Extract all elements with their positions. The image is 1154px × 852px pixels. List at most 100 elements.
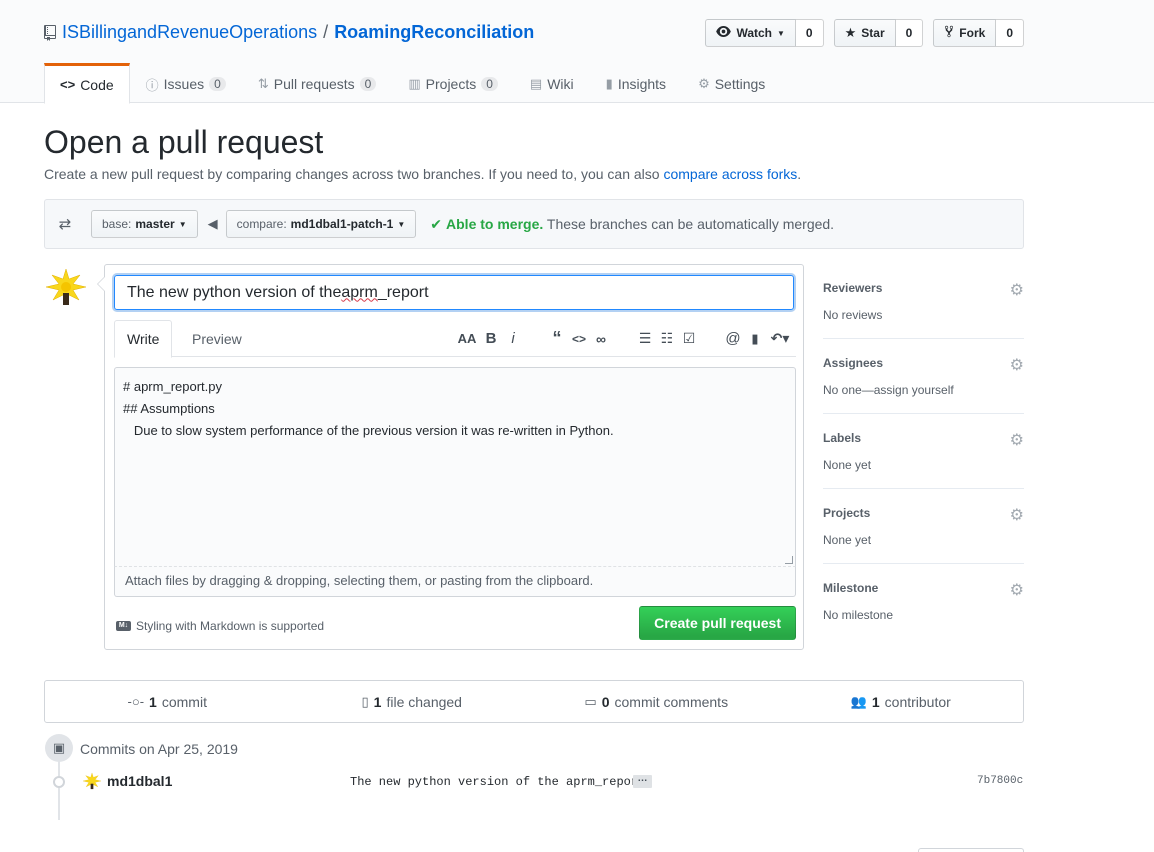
summary-commits[interactable]: -○- 1 commit: [45, 681, 290, 722]
editor-tabs: Write Preview AA B i “ <> ∞ ☰ ☷ ☑ @ ▮ ↶▾: [114, 320, 796, 358]
reply-icon[interactable]: ↶▾: [766, 330, 794, 347]
watch-count[interactable]: 0: [795, 19, 824, 47]
body-line: # aprm_report.py: [123, 379, 222, 394]
fork-count[interactable]: 0: [996, 19, 1024, 47]
watch-button[interactable]: Watch ▼: [705, 19, 796, 47]
compare-forks-link[interactable]: compare across forks: [663, 166, 797, 182]
chevron-down-icon: ▼: [178, 219, 187, 229]
commit-author-avatar[interactable]: [82, 772, 102, 790]
bold-icon[interactable]: B: [480, 330, 502, 347]
tab-code-label: Code: [80, 76, 114, 93]
compare-branch: md1dbal1-patch-1: [290, 217, 394, 231]
link-icon[interactable]: ∞: [590, 331, 612, 347]
files-count: 1: [373, 693, 382, 710]
bottom-partial-control: [918, 848, 1024, 852]
file-attach-area[interactable]: Attach files by dragging & dropping, sel…: [114, 567, 796, 597]
repo-owner-link[interactable]: ISBillingandRevenueOperations: [62, 22, 317, 43]
pull-request-title-input[interactable]: The new python version of the aprm _repor…: [114, 275, 794, 310]
resize-handle[interactable]: [785, 556, 793, 564]
commit-message[interactable]: The new python version of the aprm_repor…: [350, 775, 645, 789]
toolbar-group-lists: ☰ ☷ ☑: [634, 330, 700, 347]
timeline-line: [58, 760, 60, 820]
mention-icon[interactable]: @: [722, 330, 744, 347]
tab-preview[interactable]: Preview: [180, 320, 254, 357]
assignees-value[interactable]: No one—assign yourself: [823, 383, 954, 397]
projects-heading[interactable]: Projects: [823, 506, 870, 520]
title-text-before: The new python version of the: [127, 283, 342, 301]
milestone-heading[interactable]: Milestone: [823, 581, 878, 595]
check-icon: ✔: [430, 215, 443, 232]
gear-icon[interactable]: ⚙: [1010, 355, 1024, 375]
repo-header: ISBillingandRevenueOperations / RoamingR…: [0, 0, 1154, 104]
book-icon: ▤: [529, 76, 543, 91]
tab-issues[interactable]: ⓘ Issues 0: [130, 63, 242, 103]
create-pull-request-button[interactable]: Create pull request: [639, 606, 796, 640]
tab-settings[interactable]: ⚙ Settings: [682, 63, 781, 103]
commit-sha[interactable]: 7b7800c: [977, 775, 1023, 787]
unordered-list-icon[interactable]: ☰: [634, 330, 656, 347]
tab-write[interactable]: Write: [114, 320, 173, 358]
gear-icon[interactable]: ⚙: [1010, 280, 1024, 300]
quote-icon[interactable]: “: [546, 328, 568, 349]
comments-label: commit comments: [614, 693, 729, 710]
summary-contributors[interactable]: 👥 1 contributor: [779, 681, 1024, 722]
arrow-left-icon: ◀: [207, 216, 218, 231]
base-prefix: base:: [102, 217, 132, 231]
contributors-count: 1: [871, 693, 880, 710]
star-button[interactable]: ★ Star: [833, 19, 896, 47]
star-group: ★ Star 0: [833, 19, 924, 47]
tab-insights[interactable]: ▮ Insights: [590, 63, 682, 103]
project-icon: ▥: [408, 76, 421, 91]
base-branch-select[interactable]: base: master ▼: [91, 210, 198, 238]
fork-button[interactable]: Fork: [933, 19, 997, 47]
commit-group-title: Commits on Apr 25, 2019: [80, 741, 238, 757]
tab-settings-label: Settings: [714, 76, 766, 92]
toolbar-group-format: AA B i: [454, 330, 524, 347]
code-icon[interactable]: <>: [568, 332, 590, 346]
star-count[interactable]: 0: [895, 19, 924, 47]
repo-actions: Watch ▼ 0 ★ Star 0 Fork 0: [705, 19, 1024, 47]
commit-expand-button[interactable]: …: [633, 774, 652, 788]
gear-icon[interactable]: ⚙: [1010, 580, 1024, 600]
page-description: Create a new pull request by comparing c…: [44, 166, 801, 182]
summary-files[interactable]: ▯ 1 file changed: [290, 681, 535, 722]
ordered-list-icon[interactable]: ☷: [656, 330, 678, 347]
milestone-value: No milestone: [823, 608, 894, 622]
chevron-down-icon: ▼: [397, 219, 406, 229]
italic-icon[interactable]: i: [502, 330, 524, 347]
tab-wiki-label: Wiki: [547, 76, 574, 92]
reviewers-heading[interactable]: Reviewers: [823, 281, 882, 295]
assignees-heading[interactable]: Assignees: [823, 356, 883, 370]
graph-icon: ▮: [605, 76, 613, 91]
avatar: [45, 268, 87, 306]
gear-icon[interactable]: ⚙: [1010, 505, 1024, 525]
compare-branch-select[interactable]: compare: md1dbal1-patch-1 ▼: [225, 210, 417, 238]
markdown-note[interactable]: M↓ Styling with Markdown is supported: [116, 619, 324, 633]
gear-icon: ⚙: [698, 76, 710, 91]
summary-comments[interactable]: ▭ 0 commit comments: [534, 681, 779, 722]
discussion-sidebar: Reviewers ⚙ No reviews Assignees ⚙ No on…: [823, 264, 1024, 639]
tab-code[interactable]: <> Code: [44, 63, 130, 104]
gear-icon[interactable]: ⚙: [1010, 430, 1024, 450]
tab-pull-requests[interactable]: ⇅ Pull requests 0: [242, 63, 393, 103]
comments-count: 0: [601, 693, 610, 710]
body-line: Due to slow system performance of the pr…: [123, 423, 614, 438]
tab-wiki[interactable]: ▤ Wiki: [514, 63, 590, 103]
compare-arrows-icon[interactable]: ⇄: [45, 215, 85, 233]
markdown-icon: M↓: [116, 621, 131, 631]
task-list-icon[interactable]: ☑: [678, 330, 700, 347]
tab-projects[interactable]: ▥ Projects 0: [392, 63, 514, 103]
repo-name-link[interactable]: RoamingReconciliation: [334, 22, 534, 43]
merge-detail: These branches can be automatically merg…: [546, 215, 835, 232]
issue-icon: ⓘ: [145, 77, 159, 93]
labels-heading[interactable]: Labels: [823, 431, 861, 445]
commit-author[interactable]: md1dbal1: [107, 773, 172, 789]
toolbar-group-misc: @ ▮ ↶▾: [722, 330, 794, 347]
sidebar-milestone: Milestone ⚙ No milestone: [823, 564, 1024, 639]
pull-request-form: The new python version of the aprm _repor…: [97, 264, 804, 650]
pull-request-body-textarea[interactable]: # aprm_report.py ## Assumptions Due to s…: [114, 367, 796, 567]
repo-separator: /: [323, 22, 329, 42]
star-label: Star: [861, 26, 885, 40]
header-icon[interactable]: AA: [454, 331, 480, 346]
bookmark-icon[interactable]: ▮: [744, 331, 766, 347]
